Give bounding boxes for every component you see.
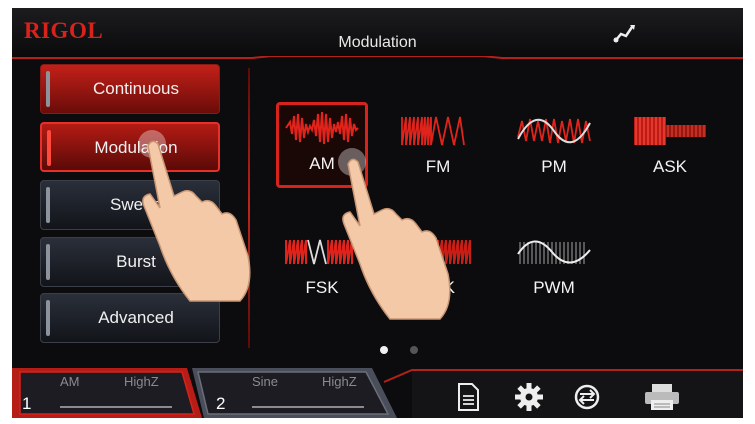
channel-waveform: Sine [252,374,279,389]
tile-label: PM [541,157,567,176]
pointing-hand-icon [338,148,451,320]
channel-number: 1 [22,394,32,413]
channel-number: 2 [216,394,226,413]
tile-pm[interactable]: PM [508,105,600,191]
printer-icon[interactable] [642,382,682,412]
pointing-hand-icon [138,130,251,302]
am-wave-icon [285,111,359,145]
pm-wave-icon [517,118,591,144]
menu-indicator [46,300,50,336]
page-dot-inactive[interactable] [410,346,418,354]
ask-wave-icon [634,117,706,145]
menu-indicator [46,71,50,107]
tile-label: ASK [652,157,688,176]
header-bar: RIGOL Modulation [12,8,743,59]
pwm-wave-icon [517,240,591,264]
channel-underline [252,406,364,408]
file-icon[interactable] [453,382,483,412]
menu-indicator [46,187,50,223]
channel-waveform: AM [60,374,80,389]
settings-gear-icon[interactable] [514,382,544,412]
menu-item-label: Continuous [92,79,179,98]
usb-icon [612,22,638,50]
menu-item-label: Advanced [98,308,174,327]
channel-load: HighZ [124,374,159,389]
menu-item-continuous[interactable]: Continuous [40,64,220,114]
channel-1-status[interactable]: 1 AM HighZ [12,366,202,418]
menu-indicator [47,130,51,166]
page-dot-active[interactable] [380,346,388,354]
tile-label: PWM [533,278,575,297]
channel-underline [60,406,172,408]
tile-pwm[interactable]: PWM [508,226,600,312]
channel-load: HighZ [322,374,357,389]
device-screen: RIGOL Modulation Continuous Modulation S… [12,8,743,418]
header-accent-line [12,56,743,59]
channel-2-status[interactable]: 2 Sine HighZ [202,366,392,418]
footer-bar: 1 AM HighZ 2 Sine HighZ [12,362,743,418]
menu-indicator [46,244,50,280]
sync-icon[interactable] [572,382,602,412]
tile-ask[interactable]: ASK [624,105,716,191]
